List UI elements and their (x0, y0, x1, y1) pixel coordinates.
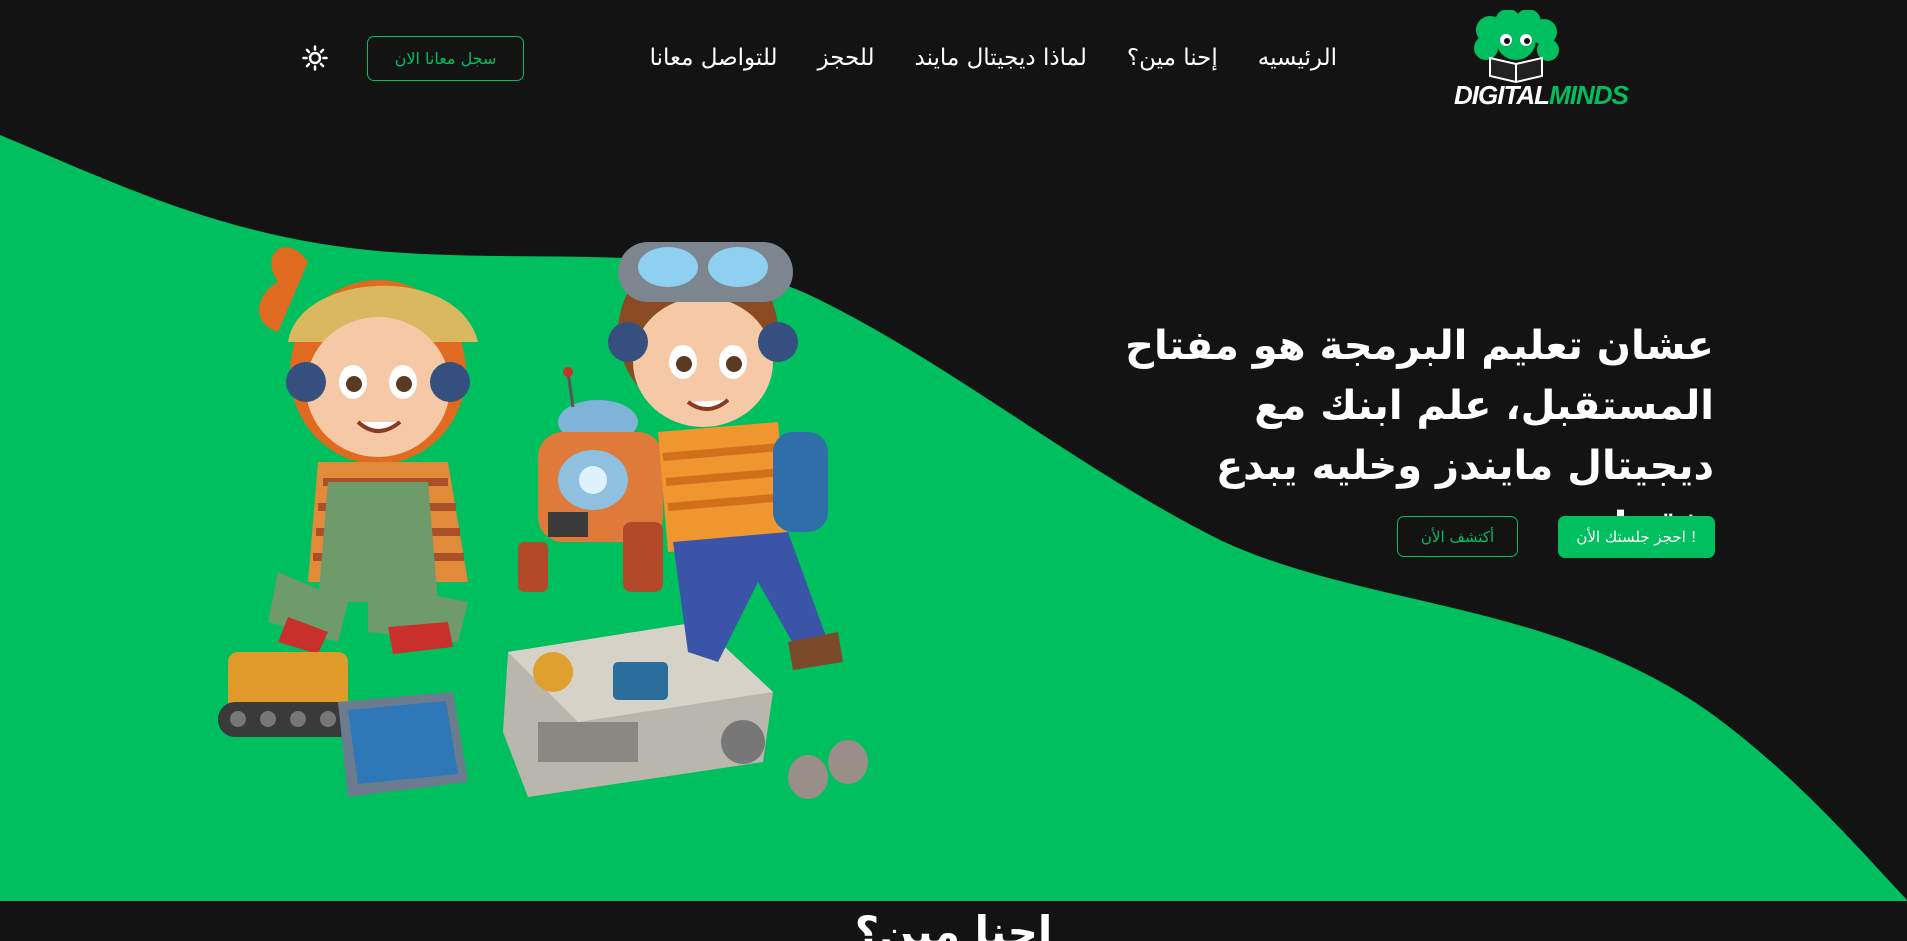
discover-now-button[interactable]: أكتشف الأن (1397, 516, 1518, 557)
tablet-device (338, 692, 468, 797)
theme-toggle-button[interactable] (300, 43, 330, 73)
logo-wordmark: DIGITALMINDS (1454, 80, 1629, 111)
nav-item-home[interactable]: الرئيسيه (1258, 40, 1337, 76)
register-button[interactable]: سجل معانا الان (367, 36, 524, 81)
about-section-title: إحنا مين؟ (854, 907, 1053, 941)
tank-robot-toy (218, 652, 358, 737)
logo-text-minds: MINDS (1549, 80, 1629, 110)
small-robot-toy (518, 367, 663, 592)
site-header: DIGITALMINDS الرئيسيه إحنا مين؟ لماذا دي… (0, 0, 1907, 118)
main-nav: الرئيسيه إحنا مين؟ لماذا ديجيتال مايند ل… (650, 40, 1337, 76)
book-session-button[interactable]: احجز جلستك الأن ! (1558, 516, 1715, 558)
control-box-device (503, 622, 773, 797)
logo-text-digital: DIGITAL (1454, 80, 1550, 110)
sun-icon (302, 45, 328, 71)
nav-item-contact[interactable]: للتواصل معانا (650, 40, 778, 76)
kids-robot-illustration (218, 242, 868, 799)
page: DIGITALMINDS الرئيسيه إحنا مين؟ لماذا دي… (0, 0, 1907, 941)
girl-figure (259, 247, 478, 654)
nav-item-why-digital-minds[interactable]: لماذا ديجيتال مايند (915, 40, 1087, 76)
nav-item-about[interactable]: إحنا مين؟ (1127, 40, 1218, 76)
cups-objects (788, 740, 868, 799)
brain-book-icon (1474, 9, 1559, 84)
about-section: إحنا مين؟ (0, 901, 1907, 941)
brand-logo[interactable]: DIGITALMINDS (1450, 9, 1629, 110)
nav-item-booking[interactable]: للحجز (818, 40, 875, 76)
